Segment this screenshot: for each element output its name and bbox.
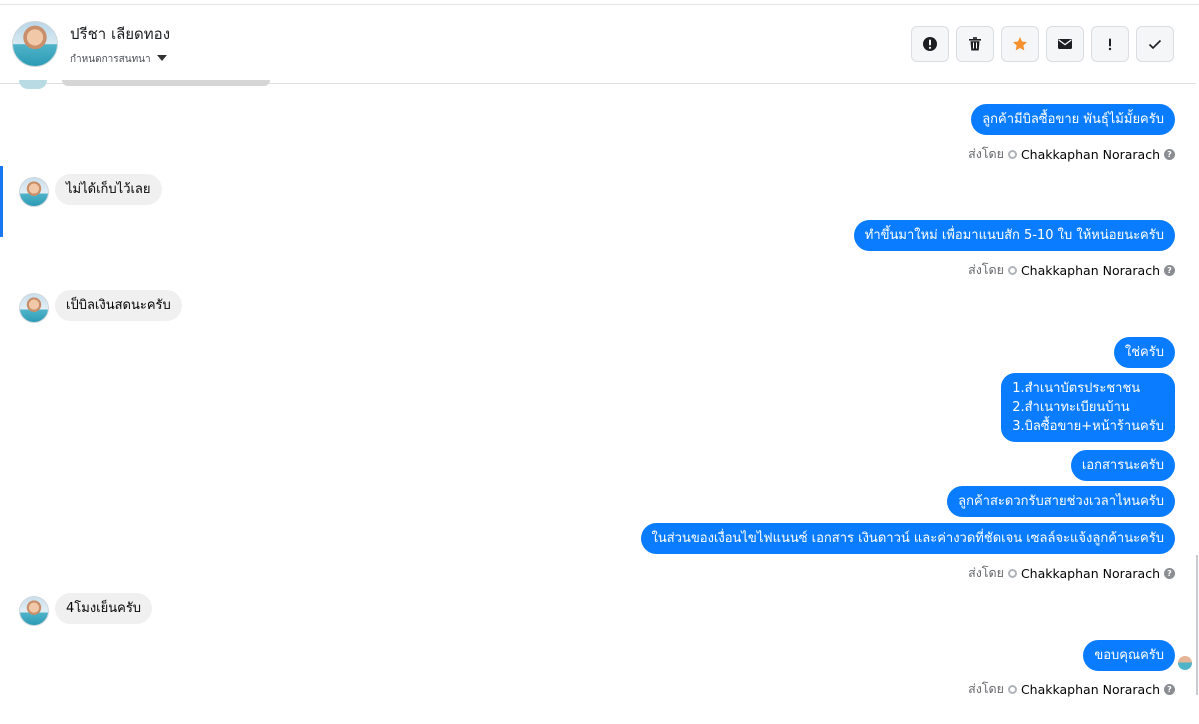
header-toolbar [911,26,1174,62]
help-icon[interactable]: ? [1164,264,1175,276]
star-button[interactable] [1001,26,1039,62]
sent-by-line: ส่งโดย Chakkaphan Norarach ? [968,144,1175,164]
sent-by-line: ส่งโดย Chakkaphan Norarach ? [968,260,1175,280]
star-icon [1013,37,1027,51]
sender-status-icon [1007,149,1017,159]
message-outgoing[interactable]: ทำขึ้นมาใหม่ เพื่อมาแนบสัก 5-10 ใบ ให้หน… [853,220,1175,251]
selection-accent-bar [0,166,3,237]
sender-status-icon [1007,684,1017,694]
sender-name[interactable]: Chakkaphan Norarach [1021,147,1160,162]
conversation-settings-dropdown[interactable]: กำหนดการสนทนา [70,52,167,67]
sent-by-label: ส่งโดย [968,565,1004,580]
sent-by-line: ส่งโดย Chakkaphan Norarach ? [968,679,1175,699]
help-icon[interactable]: ? [1164,683,1175,695]
sent-by-label: ส่งโดย [968,681,1004,696]
sent-by-label: ส่งโดย [968,262,1004,277]
sender-name[interactable]: Chakkaphan Norarach [1021,263,1160,278]
sent-by-line: ส่งโดย Chakkaphan Norarach ? [968,563,1175,583]
sender-name[interactable]: Chakkaphan Norarach [1021,682,1160,697]
message-outgoing[interactable]: ใช่ครับ [1113,337,1175,368]
sent-by-label: ส่งโดย [968,146,1004,161]
mark-unread-button[interactable] [1046,26,1084,62]
sender-name[interactable]: Chakkaphan Norarach [1021,566,1160,581]
message-outgoing[interactable]: 1.สำเนาบัตรประชาชน 2.สำเนาทะเบียนบ้าน 3.… [1001,373,1175,442]
contact-avatar-small [19,293,49,323]
scrollbar[interactable] [1196,555,1198,695]
partial-avatar [19,80,47,89]
sender-status-icon [1007,568,1017,578]
seen-receipt-avatar [1178,656,1192,670]
message-incoming[interactable]: 4โมงเย็นครับ [55,593,153,624]
conversation-settings-label: กำหนดการสนทนา [70,54,151,65]
message-outgoing[interactable]: เอกสารนะครับ [1070,450,1175,481]
message-outgoing[interactable]: ลูกค้าสะดวกรับสายช่วงเวลาไหนครับ [947,486,1175,517]
message-incoming[interactable]: ไม่ได้เก็บไว้เลย [55,174,162,205]
trash-icon [969,37,981,51]
delete-button[interactable] [956,26,994,62]
sender-status-icon [1007,265,1017,275]
contact-avatar-small [19,596,49,626]
caret-down-icon [156,55,167,61]
help-icon[interactable]: ? [1164,567,1175,579]
contact-avatar[interactable] [12,21,58,67]
mail-icon [1058,39,1072,49]
check-icon [1148,39,1162,50]
help-icon[interactable]: ? [1164,148,1175,160]
mark-spam-button[interactable] [911,26,949,62]
message-outgoing[interactable]: ลูกค้ามีบิลซื้อขาย พันธุ์ไม้มั้ยครับ [971,104,1175,135]
partial-message-bubble [62,80,270,86]
message-incoming[interactable]: เป็บิลเงินสดนะครับ [55,290,182,321]
contact-name[interactable]: ปรีชา เลียดทอง [70,22,170,46]
message-outgoing[interactable]: ในส่วนของเงื่อนไขไฟแนนซ์ เอกสาร เงินดาวน… [640,523,1175,554]
mark-done-button[interactable] [1136,26,1174,62]
alert-circle-icon [923,37,937,51]
conversation-header: ปรีชา เลียดทอง กำหนดการสนทนา [0,5,1196,84]
contact-avatar-small [19,177,49,207]
message-outgoing[interactable]: ขอบคุณครับ [1083,640,1175,671]
exclamation-icon [1108,38,1112,51]
follow-up-button[interactable] [1091,26,1129,62]
